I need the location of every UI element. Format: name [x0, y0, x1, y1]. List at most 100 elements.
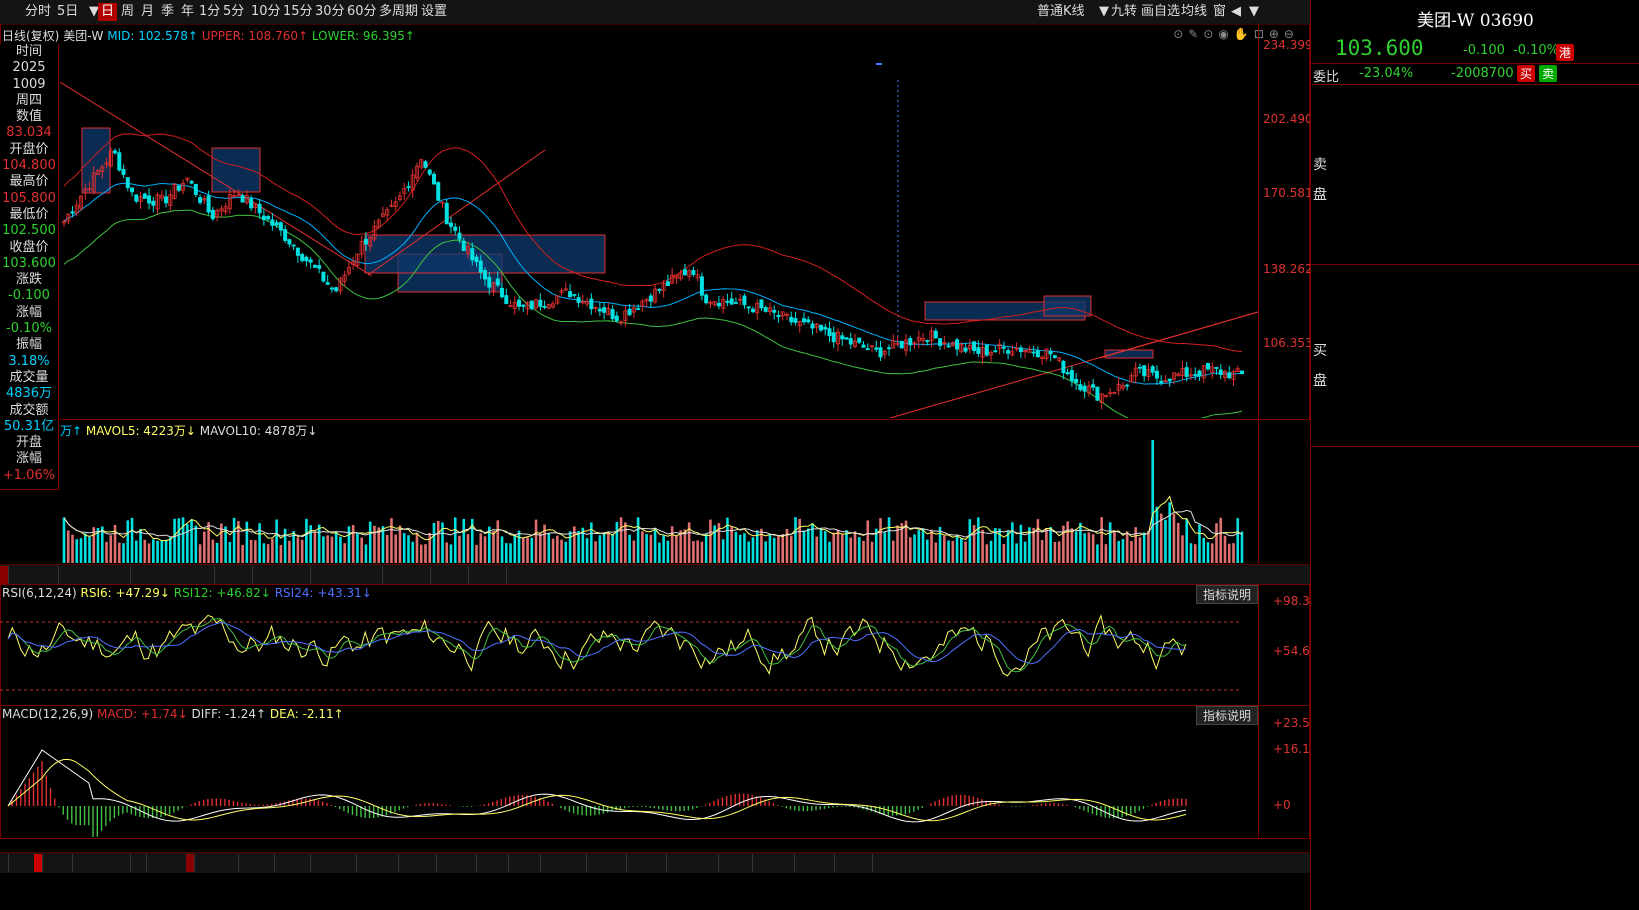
toolbar-item[interactable]: 设置	[418, 3, 450, 21]
weicha-value: -2008700	[1451, 66, 1514, 81]
tick-row	[1311, 727, 1639, 745]
tab-15[interactable]	[578, 854, 587, 872]
toolbar-right-item[interactable]: 均线	[1178, 3, 1210, 21]
candle-body	[142, 193, 147, 199]
candle-body	[300, 254, 305, 262]
toolbar-right-item[interactable]: 窗	[1210, 3, 1229, 21]
volume-bar	[271, 538, 274, 563]
volume-bar	[530, 537, 534, 563]
toolbar-item[interactable]: 5日	[54, 3, 81, 21]
tab-21[interactable]	[826, 854, 835, 872]
tab-3[interactable]	[206, 566, 215, 584]
toolbar-item[interactable]: 5分	[220, 3, 247, 21]
volume-bar	[607, 532, 610, 563]
tab-5[interactable]	[186, 854, 195, 872]
tab-13[interactable]	[500, 854, 509, 872]
tab-6[interactable]	[374, 566, 383, 584]
tab-1[interactable]	[34, 854, 43, 872]
sells-level	[1311, 230, 1639, 248]
candle-body	[614, 315, 619, 321]
toolbar-item[interactable]: 15分	[280, 3, 316, 21]
candle-body	[933, 330, 938, 339]
tab-1[interactable]	[50, 566, 59, 584]
tick-row	[1311, 764, 1639, 782]
tab-19[interactable]	[744, 854, 753, 872]
tab-7[interactable]	[422, 566, 431, 584]
volume-bar	[675, 535, 678, 563]
volume-bar	[130, 517, 134, 563]
volume-bar	[534, 519, 538, 563]
volume-axis	[1258, 419, 1311, 564]
tab-4[interactable]	[244, 566, 253, 584]
candle-body	[1137, 366, 1142, 369]
diff-line	[7, 749, 1187, 823]
candle-body	[1074, 378, 1079, 384]
toolbar-right-item[interactable]: 普通K线	[1034, 3, 1088, 21]
volume-bar	[823, 531, 827, 563]
volume-bar	[245, 521, 249, 563]
candle-body	[776, 315, 781, 318]
dea-value: DEA: -2.11↑	[269, 707, 344, 721]
candle-body	[1240, 370, 1245, 375]
toolbar-item[interactable]: 多周期	[376, 3, 421, 21]
tab-22[interactable]	[864, 854, 873, 872]
volume-bar	[343, 543, 346, 563]
volume-bar	[275, 519, 278, 563]
tab-12[interactable]	[468, 854, 477, 872]
volume-bar	[551, 538, 555, 563]
rsi-axis: +98.31 +54.60	[1258, 584, 1317, 705]
volume-bar	[122, 543, 125, 563]
toolbar-item[interactable]: 日	[98, 3, 118, 21]
tab-4[interactable]	[138, 854, 147, 872]
buy-button[interactable]: 买	[1517, 65, 1536, 82]
toolbar-item[interactable]: 10分	[248, 3, 284, 21]
sell-button[interactable]: 卖	[1539, 65, 1558, 82]
tab-0[interactable]	[0, 854, 9, 872]
toolbar-item[interactable]: 60分	[344, 3, 380, 21]
rsi6-line	[7, 614, 1187, 677]
candle-body	[321, 271, 326, 282]
toolbar-item[interactable]: 年	[178, 3, 197, 21]
tab-2[interactable]	[122, 566, 131, 584]
add-watch-label[interactable]	[876, 63, 882, 65]
info-label: 涨幅	[15, 304, 42, 320]
tab-16[interactable]	[618, 854, 627, 872]
tab-5[interactable]	[302, 566, 311, 584]
tab-8[interactable]	[302, 854, 311, 872]
tab-2[interactable]	[64, 854, 73, 872]
tab-9[interactable]	[348, 854, 357, 872]
tab-17[interactable]	[658, 854, 667, 872]
tick-row	[1311, 857, 1639, 875]
toolbar-item[interactable]: 30分	[312, 3, 348, 21]
tab-18[interactable]	[710, 854, 719, 872]
tab-10[interactable]	[390, 854, 399, 872]
tab-11[interactable]	[428, 854, 437, 872]
tab-0[interactable]	[0, 566, 9, 584]
mavol5-line	[63, 495, 1243, 542]
volume-bar	[1121, 539, 1125, 563]
volume-bar	[794, 517, 797, 563]
consolidation-box	[1043, 295, 1092, 317]
price-axis-label: 170.581	[1263, 186, 1313, 200]
volume-bar	[462, 518, 466, 563]
rsi6-value: RSI6: +47.29↓	[80, 586, 170, 600]
toolbar-right-item[interactable]: 画自选	[1138, 3, 1183, 21]
volume-bar	[432, 522, 436, 563]
tab-9[interactable]	[498, 566, 507, 584]
toolbar-right-item[interactable]: 九转	[1108, 3, 1140, 21]
tab-14[interactable]	[532, 854, 541, 872]
tab-8[interactable]	[460, 566, 469, 584]
tab-7[interactable]	[266, 854, 275, 872]
toolbar-right-item[interactable]: ◀	[1228, 3, 1244, 21]
tab-20[interactable]	[786, 854, 795, 872]
toolbar-item[interactable]: 周	[118, 3, 137, 21]
volume-bar	[1053, 541, 1057, 563]
tab-3[interactable]	[122, 854, 131, 872]
tab-6[interactable]	[230, 854, 239, 872]
toolbar-right-item[interactable]: ▼	[1246, 3, 1262, 21]
buys-level	[1311, 266, 1639, 284]
toolbar-item[interactable]: 季	[158, 3, 177, 21]
toolbar-item[interactable]: 分时	[22, 3, 54, 21]
volume-bar	[368, 521, 372, 563]
toolbar-item[interactable]: 月	[138, 3, 157, 21]
